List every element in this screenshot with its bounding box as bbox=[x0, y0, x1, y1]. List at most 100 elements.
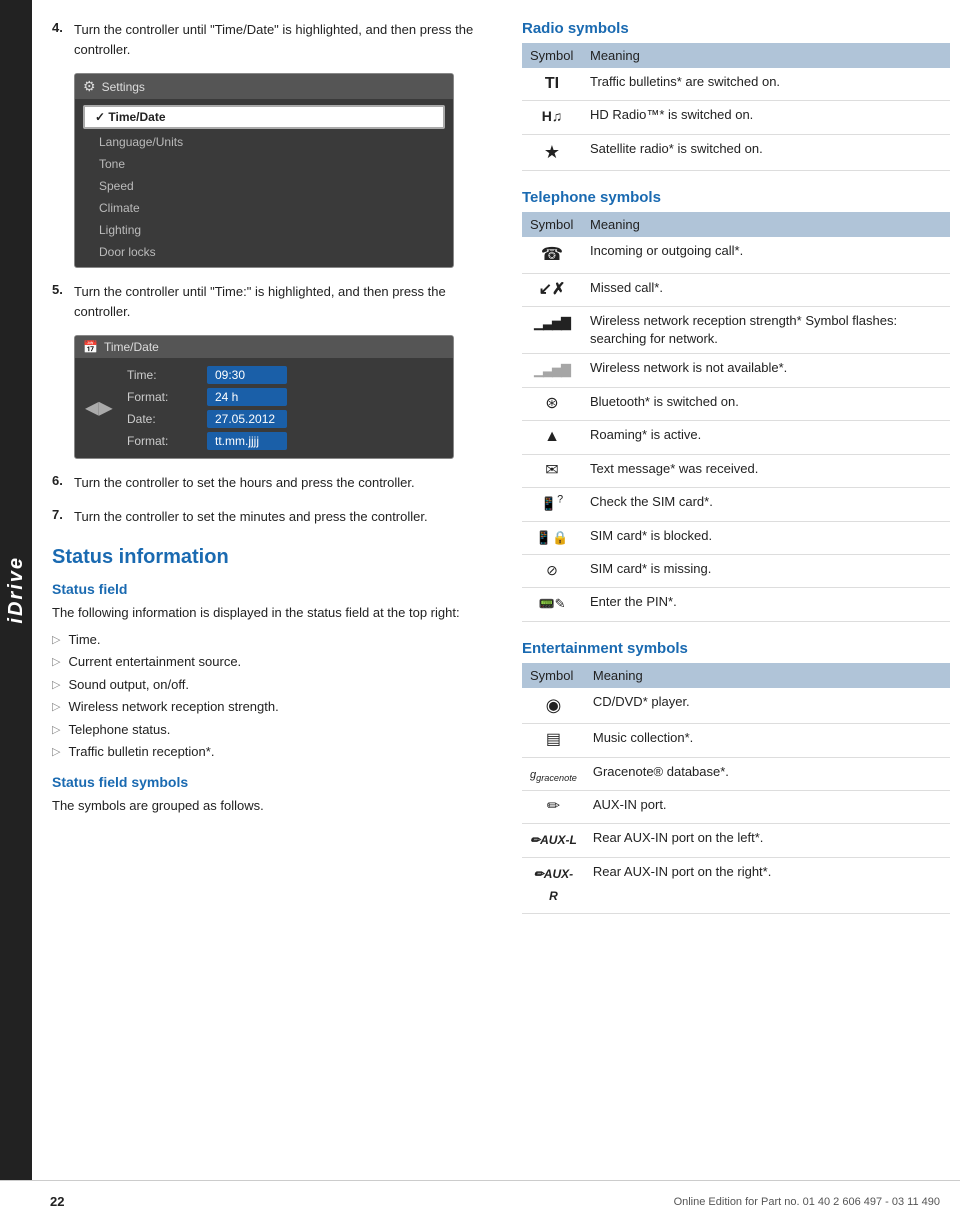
tel-sym-missed: ↙✗ bbox=[522, 273, 582, 306]
step-7-text: Turn the controller to set the minutes a… bbox=[74, 507, 428, 527]
ent-sym-aux: ✏ bbox=[522, 790, 585, 823]
bullet-arrow-6: ▷ bbox=[52, 744, 60, 761]
step-5: 5. Turn the controller until "Time:" is … bbox=[52, 282, 492, 321]
bullet-text-telephone: Telephone status. bbox=[68, 720, 170, 740]
tel-meaning-signal: Wireless network reception strength* Sym… bbox=[582, 306, 950, 353]
screen-item-climate: Climate bbox=[75, 197, 453, 219]
step-7: 7. Turn the controller to set the minute… bbox=[52, 507, 492, 527]
right-column: Radio symbols Symbol Meaning TI Traffic … bbox=[512, 20, 950, 932]
ent-sym-aux-r: ✏AUX-R bbox=[522, 857, 585, 913]
entertainment-symbols-table: Symbol Meaning ◉ CD/DVD* player. ▤ Music… bbox=[522, 663, 950, 914]
step-7-num: 7. bbox=[52, 507, 74, 527]
idrive-label: iDrive bbox=[5, 556, 28, 624]
screen-settings-header: ⚙ Settings bbox=[75, 74, 453, 99]
table-row: ✏AUX-R Rear AUX-IN port on the right*. bbox=[522, 857, 950, 913]
table-row: ▲ Roaming* is active. bbox=[522, 421, 950, 454]
bullet-item-time: ▷ Time. bbox=[52, 630, 492, 650]
table-row: ggracenote Gracenote® database*. bbox=[522, 757, 950, 790]
table-row: ↙✗ Missed call*. bbox=[522, 273, 950, 306]
bullet-arrow-2: ▷ bbox=[52, 654, 60, 671]
tel-meaning-sim-missing: SIM card* is missing. bbox=[582, 555, 950, 588]
table-row: ✏AUX-L Rear AUX-IN port on the left*. bbox=[522, 824, 950, 857]
screen-timedate-title: Time/Date bbox=[104, 340, 159, 354]
ent-col-symbol: Symbol bbox=[522, 663, 585, 688]
time-row: Time: 09:30 bbox=[87, 366, 441, 384]
ent-col-meaning: Meaning bbox=[585, 663, 950, 688]
step-4-num: 4. bbox=[52, 20, 74, 59]
bullet-item-traffic: ▷ Traffic bulletin reception*. bbox=[52, 742, 492, 762]
tel-sym-msg: ✉ bbox=[522, 454, 582, 487]
screen-timedate-body: ◀▶ Time: 09:30 Format: 24 h Date: 27.05.… bbox=[75, 358, 453, 458]
status-field-text: The following information is displayed i… bbox=[52, 603, 492, 624]
ent-meaning-music: Music collection*. bbox=[585, 724, 950, 757]
tel-meaning-msg: Text message* was received. bbox=[582, 454, 950, 487]
tel-col-symbol: Symbol bbox=[522, 212, 582, 237]
table-row: ▁▃▅▇ Wireless network is not available*. bbox=[522, 354, 950, 387]
table-row: 📟✎ Enter the PIN*. bbox=[522, 588, 950, 621]
bullet-text-traffic: Traffic bulletin reception*. bbox=[68, 742, 214, 762]
tel-meaning-pin: Enter the PIN*. bbox=[582, 588, 950, 621]
status-field-bullets: ▷ Time. ▷ Current entertainment source. … bbox=[52, 630, 492, 762]
bullet-arrow-3: ▷ bbox=[52, 677, 60, 694]
format-row-1: Format: 24 h bbox=[87, 388, 441, 406]
page-number: 22 bbox=[50, 1194, 64, 1209]
status-field-symbols-text: The symbols are grouped as follows. bbox=[52, 796, 492, 817]
step-5-text: Turn the controller until "Time:" is hig… bbox=[74, 282, 492, 321]
radio-symbols-heading: Radio symbols bbox=[522, 20, 950, 37]
ent-sym-gracenote: ggracenote bbox=[522, 757, 585, 790]
footer: 22 Online Edition for Part no. 01 40 2 6… bbox=[0, 1180, 960, 1222]
tel-sym-sim-missing: ⊘ bbox=[522, 555, 582, 588]
tel-meaning-nosignal: Wireless network is not available*. bbox=[582, 354, 950, 387]
bullet-text-entertainment: Current entertainment source. bbox=[68, 652, 241, 672]
ent-sym-aux-l: ✏AUX-L bbox=[522, 824, 585, 857]
tel-meaning-bt: Bluetooth* is switched on. bbox=[582, 387, 950, 420]
screen-mock-settings: ⚙ Settings ✓ Time/Date Language/Units To… bbox=[74, 73, 454, 268]
ent-sym-music: ▤ bbox=[522, 724, 585, 757]
date-label: Date: bbox=[127, 412, 207, 426]
status-info-heading: Status information bbox=[52, 546, 492, 569]
screen-timedate-header: 📅 Time/Date bbox=[75, 336, 453, 358]
screen-item-language: Language/Units bbox=[75, 131, 453, 153]
ent-meaning-gracenote: Gracenote® database*. bbox=[585, 757, 950, 790]
tel-sym-bt: ⊛ bbox=[522, 387, 582, 420]
step-4: 4. Turn the controller until "Time/Date"… bbox=[52, 20, 492, 59]
table-row: 📱? Check the SIM card*. bbox=[522, 487, 950, 521]
tel-sym-nosignal: ▁▃▅▇ bbox=[522, 354, 582, 387]
bullet-item-wireless: ▷ Wireless network reception strength. bbox=[52, 697, 492, 717]
step-6: 6. Turn the controller to set the hours … bbox=[52, 473, 492, 493]
time-value: 09:30 bbox=[207, 366, 287, 384]
format-label-1: Format: bbox=[127, 390, 207, 404]
screen-item-tone: Tone bbox=[75, 153, 453, 175]
table-row: ✏ AUX-IN port. bbox=[522, 790, 950, 823]
screen-settings-body: ✓ Time/Date Language/Units Tone Speed Cl… bbox=[75, 99, 453, 267]
tel-meaning-sim-blocked: SIM card* is blocked. bbox=[582, 521, 950, 554]
ent-meaning-aux-l: Rear AUX-IN port on the left*. bbox=[585, 824, 950, 857]
tel-meaning-roam: Roaming* is active. bbox=[582, 421, 950, 454]
tel-sym-call: ☎ bbox=[522, 237, 582, 273]
radio-meaning-ti: Traffic bulletins* are switched on. bbox=[582, 68, 950, 101]
bullet-arrow-4: ▷ bbox=[52, 699, 60, 716]
bullet-item-sound: ▷ Sound output, on/off. bbox=[52, 675, 492, 695]
screen-settings-title: Settings bbox=[102, 80, 145, 94]
step-4-text: Turn the controller until "Time/Date" is… bbox=[74, 20, 492, 59]
tel-meaning-sim-check: Check the SIM card*. bbox=[582, 487, 950, 521]
bullet-arrow-5: ▷ bbox=[52, 722, 60, 739]
date-row: Date: 27.05.2012 bbox=[87, 410, 441, 428]
table-row: ☎ Incoming or outgoing call*. bbox=[522, 237, 950, 273]
radio-meaning-hd: HD Radio™* is switched on. bbox=[582, 101, 950, 134]
radio-col-meaning: Meaning bbox=[582, 43, 950, 68]
ent-meaning-aux: AUX-IN port. bbox=[585, 790, 950, 823]
table-row: ⊘ SIM card* is missing. bbox=[522, 555, 950, 588]
tel-col-meaning: Meaning bbox=[582, 212, 950, 237]
screen-mock-timedate: 📅 Time/Date ◀▶ Time: 09:30 Format: 24 h … bbox=[74, 335, 454, 459]
time-label: Time: bbox=[127, 368, 207, 382]
radio-sym-sat: ★ bbox=[522, 134, 582, 170]
table-row: ⊛ Bluetooth* is switched on. bbox=[522, 387, 950, 420]
screen-item-speed: Speed bbox=[75, 175, 453, 197]
status-field-symbols-heading: Status field symbols bbox=[52, 774, 492, 790]
bullet-item-telephone: ▷ Telephone status. bbox=[52, 720, 492, 740]
step-5-num: 5. bbox=[52, 282, 74, 321]
table-row: ▤ Music collection*. bbox=[522, 724, 950, 757]
table-row: ★ Satellite radio* is switched on. bbox=[522, 134, 950, 170]
tel-sym-roam: ▲ bbox=[522, 421, 582, 454]
